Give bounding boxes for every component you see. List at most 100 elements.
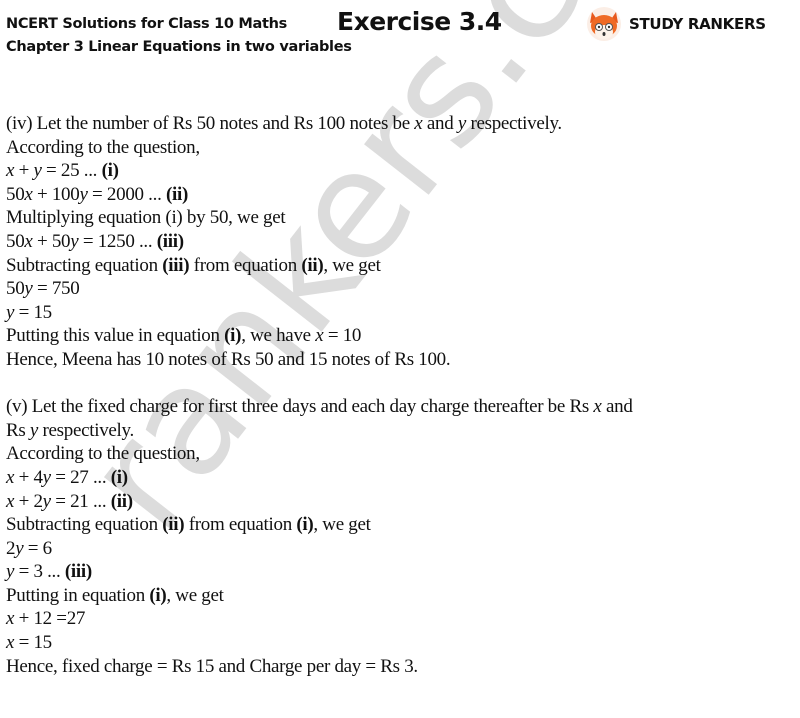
solution-line: x + 4y = 27 ... (i) — [6, 466, 633, 490]
text-run: = 3 ... — [14, 561, 65, 583]
equation-ref: (ii) — [165, 183, 188, 205]
chapter-title: Chapter 3 Linear Equations in two variab… — [6, 39, 352, 55]
text-run: = 1250 ... — [78, 230, 157, 252]
text-run: Putting in equation — [6, 584, 150, 606]
text-run: from equation — [189, 254, 302, 276]
text-run: + 12 =27 — [14, 608, 86, 630]
solution-line: Rs y respectively. — [6, 419, 633, 443]
solution-content: (iv) Let the number of Rs 50 notes and R… — [6, 112, 633, 678]
variable: x — [593, 396, 602, 418]
equation-ref: (iii) — [64, 561, 92, 583]
equation-ref: (iii) — [156, 230, 184, 252]
variable: y — [33, 160, 42, 182]
book-title: NCERT Solutions for Class 10 Maths — [6, 16, 287, 32]
solution-line: x + 2y = 21 ... (ii) — [6, 490, 633, 514]
variable: x — [6, 490, 15, 512]
solution-line: y = 15 — [6, 301, 633, 325]
brand-logo[interactable]: STUDY RANKERS — [585, 6, 766, 42]
text-run: , we get — [313, 514, 371, 536]
text-run: = 15 — [14, 301, 53, 323]
text-run: 50 — [6, 183, 25, 205]
solution-line: Hence, fixed charge = Rs 15 and Charge p… — [6, 655, 633, 679]
brand-name: STUDY RANKERS — [629, 15, 766, 33]
solution-line: Subtracting equation (ii) from equation … — [6, 513, 633, 537]
exercise-title: Exercise 3.4 — [337, 7, 502, 36]
equation-ref: (ii) — [301, 254, 324, 276]
text-run: Hence, Meena has 10 notes of Rs 50 and 1… — [6, 348, 451, 370]
page-header: NCERT Solutions for Class 10 Maths Chapt… — [6, 16, 352, 55]
variable: y — [6, 561, 15, 583]
variable: y — [6, 301, 15, 323]
fox-mascot-icon — [587, 7, 621, 41]
text-run: Subtracting equation — [6, 254, 163, 276]
variable: x — [6, 632, 15, 654]
text-run: (iv) Let the number of Rs 50 notes and R… — [6, 113, 415, 134]
equation-ref: (i) — [224, 325, 242, 347]
text-run: (v) Let the fixed charge for first three… — [6, 396, 594, 418]
equation-ref: (ii) — [110, 490, 133, 512]
equation-ref: (i) — [149, 584, 167, 606]
text-run: = 25 ... — [41, 160, 102, 182]
text-run: = 21 ... — [50, 490, 111, 512]
text-run: = 15 — [14, 632, 53, 654]
solution-line: (v) Let the fixed charge for first three… — [6, 395, 633, 419]
text-run: = 10 — [323, 325, 362, 347]
text-run: = 27 ... — [50, 466, 111, 488]
variable: x — [6, 608, 15, 630]
text-run: According to the question, — [6, 443, 200, 465]
equation-ref: (ii) — [162, 514, 185, 536]
text-run: Rs — [6, 419, 30, 441]
solution-line: x + y = 25 ... (i) — [6, 159, 633, 183]
text-run: = 750 — [32, 278, 80, 300]
text-run: and — [422, 113, 458, 134]
equation-ref: (i) — [110, 466, 128, 488]
text-run: 2 — [6, 537, 16, 559]
text-run: , we get — [166, 584, 224, 606]
solution-line: (iv) Let the number of Rs 50 notes and R… — [6, 112, 633, 136]
text-run: respectively. — [38, 419, 135, 441]
text-run: + 100 — [32, 183, 80, 205]
text-run: , we have — [241, 325, 316, 347]
equation-ref: (i) — [101, 160, 119, 182]
variable: y — [29, 419, 39, 441]
text-run: 50 — [6, 278, 25, 300]
variable: x — [24, 183, 33, 205]
solution-line: Subtracting equation (iii) from equation… — [6, 254, 633, 278]
solution-line: 50x + 50y = 1250 ... (iii) — [6, 230, 633, 254]
solution-line: 50x + 100y = 2000 ... (ii) — [6, 183, 633, 207]
text-run: + — [14, 160, 34, 182]
solution-line: x = 15 — [6, 631, 633, 655]
solution-line: 50y = 750 — [6, 277, 633, 301]
text-run: and — [601, 396, 633, 418]
text-run: Hence, fixed charge = Rs 15 and Charge p… — [6, 655, 418, 677]
variable: y — [24, 278, 33, 300]
text-run: + 2 — [14, 490, 43, 512]
text-run: , we get — [323, 254, 381, 276]
text-run: Multiplying equation (i) by 50, we get — [6, 207, 286, 229]
solution-line: According to the question, — [6, 136, 633, 160]
equation-ref: (iii) — [162, 254, 190, 276]
solution-line: y = 3 ... (iii) — [6, 560, 633, 584]
solution-line: 2y = 6 — [6, 537, 633, 561]
text-run: Putting this value in equation — [6, 325, 225, 347]
text-run: Subtracting equation — [6, 514, 163, 536]
text-run: + 50 — [32, 230, 71, 252]
text-run: respectively. — [466, 113, 562, 134]
text-run: from equation — [184, 514, 297, 536]
solution-line: Hence, Meena has 10 notes of Rs 50 and 1… — [6, 348, 633, 372]
solution-part-iv: (iv) Let the number of Rs 50 notes and R… — [6, 112, 633, 372]
text-run: 50 — [6, 230, 25, 252]
solution-line: According to the question, — [6, 442, 633, 466]
text-run: = 2000 ... — [87, 183, 166, 205]
solution-line: Putting this value in equation (i), we h… — [6, 324, 633, 348]
text-run: + 4 — [14, 466, 43, 488]
solution-line: x + 12 =27 — [6, 607, 633, 631]
variable: y — [42, 490, 51, 512]
variable: x — [6, 160, 15, 182]
solution-part-v: (v) Let the fixed charge for first three… — [6, 395, 633, 678]
text-run: According to the question, — [6, 136, 200, 158]
variable: x — [6, 466, 15, 488]
variable: x — [24, 230, 33, 252]
solution-line: Multiplying equation (i) by 50, we get — [6, 206, 633, 230]
